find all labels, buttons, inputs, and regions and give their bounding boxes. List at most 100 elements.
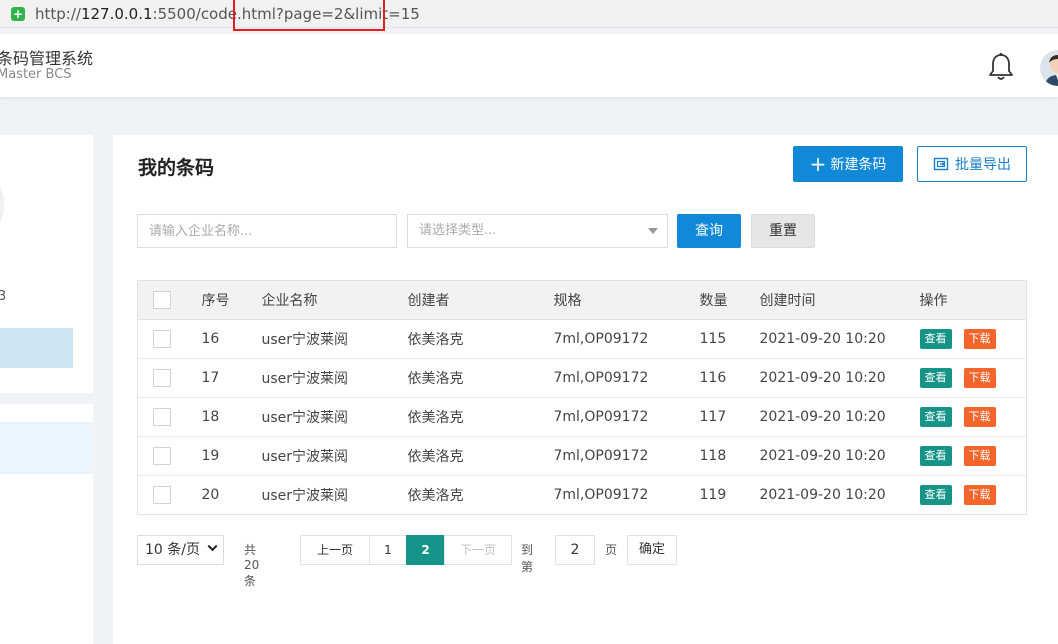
new-barcode-label: 新建条码: [830, 157, 887, 173]
table-row: 18 user宁波莱阅 依美洛克 7ml,OP09172 117 2021-09…: [137, 397, 1027, 437]
cell-time: 2021-09-20 10:20: [759, 397, 920, 437]
next-page-button[interactable]: 下一页: [444, 535, 512, 565]
cell-company: user宁波莱阅: [261, 397, 408, 437]
app-subtitle: Master BCS: [0, 67, 72, 82]
header-company: 企业名称: [261, 280, 408, 320]
row-checkbox[interactable]: [153, 408, 171, 426]
batch-export-label: 批量导出: [955, 157, 1011, 173]
cell-company: user宁波莱阅: [261, 436, 408, 476]
header-no: 序号: [201, 280, 262, 320]
row-select-cell: [137, 436, 202, 476]
cell-actions: 查看 下载: [919, 436, 1027, 476]
cell-actions: 查看 下载: [919, 319, 1027, 359]
type-select[interactable]: 请选择类型...: [407, 214, 668, 248]
cell-time: 2021-09-20 10:20: [759, 358, 920, 398]
goto-confirm-button[interactable]: 确定: [627, 535, 677, 565]
row-select-cell: [137, 358, 202, 398]
url-host: 127.0.0.1: [80, 5, 153, 23]
download-button[interactable]: 下载: [963, 485, 996, 505]
cell-qty: 119: [699, 487, 727, 503]
cell-qty: 117: [699, 397, 760, 437]
row-checkbox[interactable]: [153, 369, 171, 387]
batch-export-button[interactable]: 批量导出: [917, 146, 1027, 182]
browser-address-bar[interactable]: + http://127.0.0.1:5500/code.html?page=2…: [0, 0, 1058, 31]
page-button-1[interactable]: 1: [369, 535, 407, 565]
sidebar-active-block[interactable]: [0, 328, 73, 368]
goto-page-input[interactable]: 2: [555, 535, 595, 565]
view-button[interactable]: 查看: [919, 485, 952, 505]
row-select-cell: [137, 397, 202, 437]
select-all-cell: [137, 280, 202, 320]
header-qty: 数量: [699, 280, 760, 320]
cell-qty: 116: [699, 358, 760, 398]
download-button[interactable]: 下载: [963, 368, 996, 388]
app-header: 条码管理系统 Master BCS: [0, 34, 1058, 98]
table-row: 19 user宁波莱阅 依美洛克 7ml,OP09172 118 2021-09…: [137, 436, 1027, 476]
cell-actions: 查看 下载: [919, 358, 1027, 398]
plus-icon: +: [809, 152, 827, 176]
cell-company: user宁波莱阅: [261, 319, 408, 359]
cell-qty: 118: [699, 436, 760, 476]
bell-icon[interactable]: [987, 52, 1015, 82]
row-checkbox[interactable]: [153, 330, 171, 348]
company-name-input[interactable]: [137, 214, 397, 248]
cell-creator: 依美洛克: [407, 488, 464, 504]
row-select-cell: [138, 476, 202, 515]
header-actions: 操作: [919, 280, 1027, 320]
chevron-down-icon: [207, 541, 218, 552]
page-size-value: 10 条/页: [145, 542, 200, 558]
cell-spec: 7ml,OP09172: [553, 487, 649, 503]
view-button[interactable]: 查看: [919, 407, 952, 427]
cell-company: user宁波莱阅: [261, 488, 349, 504]
header-time: 创建时间: [759, 280, 920, 320]
cell-spec: 7ml,OP09172: [553, 319, 700, 359]
url-highlight-box: [233, 0, 385, 31]
cell-no: 16: [201, 319, 262, 359]
header-spec: 规格: [553, 280, 700, 320]
view-button[interactable]: 查看: [919, 446, 952, 466]
cell-creator: 依美洛克: [407, 436, 554, 476]
main-panel: 我的条码 + 新建条码 批量导出 请选择类型... 查询 重置 序号 企业名称 …: [113, 135, 1058, 644]
query-button[interactable]: 查询: [677, 214, 741, 248]
barcode-table: 序号 企业名称 创建者 规格 数量 创建时间 操作 16 user宁波莱阅 依美…: [137, 280, 1027, 515]
cell-creator: 依美洛克: [407, 358, 554, 398]
download-button[interactable]: 下载: [963, 407, 996, 427]
prev-page-button[interactable]: 上一页: [300, 535, 370, 565]
cell-no: 19: [201, 436, 262, 476]
row-checkbox[interactable]: [153, 447, 171, 465]
cell-time: 2021-09-20 10:20: [759, 436, 920, 476]
avatar-icon: [1045, 55, 1058, 86]
cell-no: 18: [201, 397, 262, 437]
header-creator: 创建者: [407, 280, 554, 320]
cell-actions: 查看 下载: [919, 397, 1027, 437]
secure-site-icon[interactable]: +: [11, 7, 25, 21]
page-size-select[interactable]: 10 条/页: [137, 535, 224, 565]
download-button[interactable]: 下载: [963, 446, 996, 466]
view-button[interactable]: 查看: [919, 368, 952, 388]
sidebar-menu-item-selected[interactable]: [0, 422, 93, 474]
sidebar-menu-panel: [0, 404, 93, 644]
cell-creator: 依美洛克: [407, 397, 554, 437]
page-button-2-current[interactable]: 2: [406, 535, 445, 565]
caret-down-icon: [648, 228, 658, 234]
cell-creator: 依美洛克: [407, 319, 554, 359]
page-title: 我的条码: [138, 157, 215, 179]
user-avatar[interactable]: [1040, 50, 1058, 86]
cell-spec: 7ml,OP09172: [553, 397, 700, 437]
download-button[interactable]: 下载: [963, 329, 996, 349]
new-barcode-button[interactable]: + 新建条码: [793, 146, 903, 182]
view-button[interactable]: 查看: [919, 329, 952, 349]
cell-time: 2021-09-20 10:20: [759, 319, 920, 359]
cell-no: 17: [201, 358, 262, 398]
reset-button[interactable]: 重置: [751, 214, 815, 248]
cell-qty: 115: [699, 319, 760, 359]
cell-spec: 7ml,OP09172: [553, 436, 700, 476]
cell-spec: 7ml,OP09172: [553, 358, 700, 398]
table-row: 17 user宁波莱阅 依美洛克 7ml,OP09172 116 2021-09…: [137, 358, 1027, 398]
table-row: 20 user宁波莱阅 依美洛克 7ml,OP09172 119 2021-09…: [138, 476, 1027, 515]
cell-actions: 查看 下载: [919, 476, 1027, 515]
row-checkbox[interactable]: [153, 486, 171, 504]
select-all-checkbox[interactable]: [153, 291, 171, 309]
sidebar-profile-panel: 3: [0, 135, 93, 393]
profile-picture-placeholder: [0, 161, 4, 249]
